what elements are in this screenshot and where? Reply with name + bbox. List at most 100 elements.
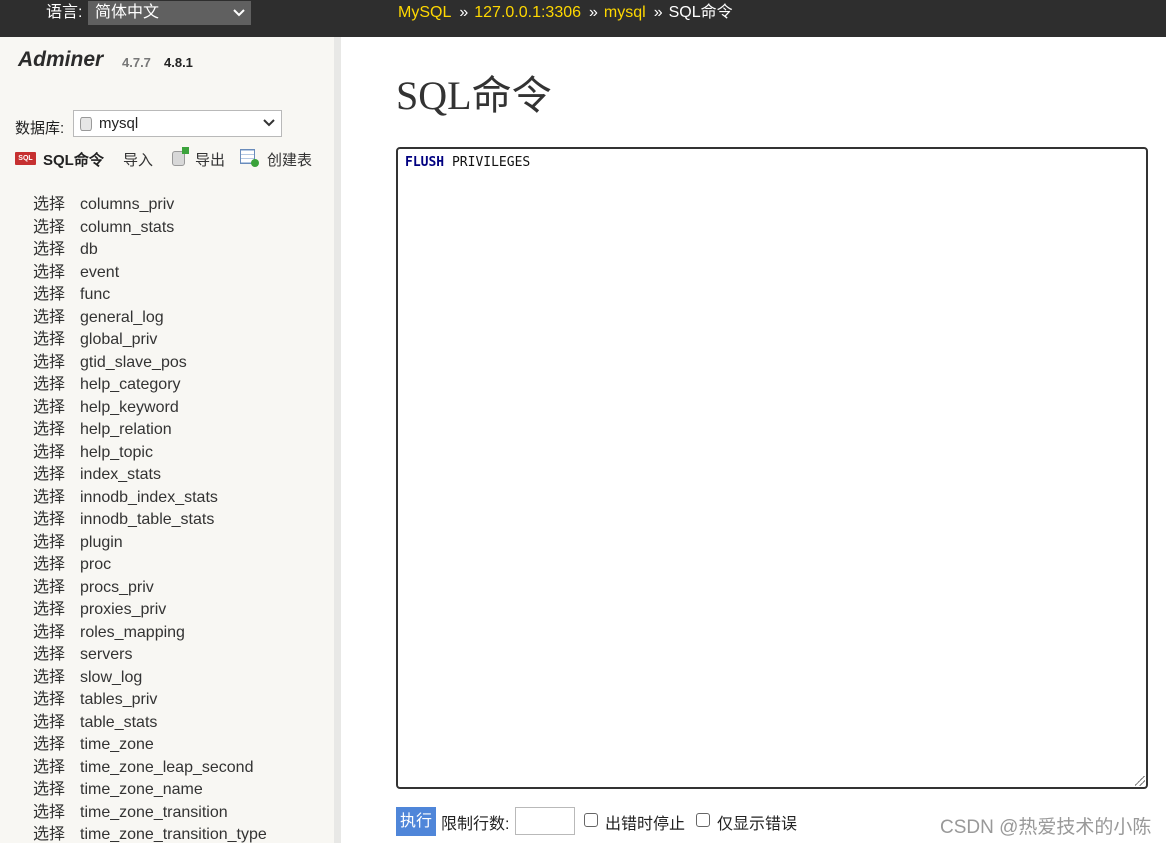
table-name-link[interactable]: help_relation — [80, 419, 172, 441]
breadcrumb-database[interactable]: mysql — [604, 4, 646, 21]
chevron-down-icon — [233, 3, 245, 31]
select-link[interactable]: 选择 — [33, 644, 65, 666]
table-name-link[interactable]: column_stats — [80, 217, 174, 239]
sql-rest: PRIVILEGES — [444, 155, 531, 170]
select-link[interactable]: 选择 — [33, 554, 65, 576]
table-name-link[interactable]: gtid_slave_pos — [80, 352, 187, 374]
sql-icon: SQL — [15, 152, 36, 165]
table-name-link[interactable]: innodb_index_stats — [80, 487, 218, 509]
select-link[interactable]: 选择 — [33, 779, 65, 801]
resize-handle-icon[interactable] — [1135, 776, 1145, 786]
table-name-link[interactable]: event — [80, 262, 119, 284]
select-link[interactable]: 选择 — [33, 352, 65, 374]
limit-input[interactable] — [515, 807, 575, 835]
table-name-link[interactable]: tables_priv — [80, 689, 157, 711]
select-link[interactable]: 选择 — [33, 307, 65, 329]
table-name-link[interactable]: proc — [80, 554, 111, 576]
breadcrumb-separator: » — [589, 4, 598, 21]
select-link[interactable]: 选择 — [33, 239, 65, 261]
table-name-link[interactable]: time_zone_name — [80, 779, 203, 801]
select-link[interactable]: 选择 — [33, 262, 65, 284]
import-link[interactable]: 导入 — [123, 149, 153, 170]
create-table-link[interactable]: 创建表 — [267, 149, 312, 170]
version-new-link[interactable]: 4.8.1 — [164, 55, 193, 70]
table-name-link[interactable]: func — [80, 284, 110, 306]
select-link[interactable]: 选择 — [33, 577, 65, 599]
table-name-link[interactable]: general_log — [80, 307, 164, 329]
select-link[interactable]: 选择 — [33, 532, 65, 554]
select-link[interactable]: 选择 — [33, 667, 65, 689]
only-errors-label[interactable]: 仅显示错误 — [717, 810, 797, 834]
app-name-link[interactable]: Adminer — [18, 48, 103, 72]
chevron-down-icon — [263, 113, 275, 137]
breadcrumb: MySQL » 127.0.0.1:3306 » mysql » SQL命令 — [398, 3, 733, 23]
table-name-link[interactable]: innodb_table_stats — [80, 509, 214, 531]
language-select[interactable]: 简体中文 — [88, 1, 251, 25]
database-value: mysql — [99, 115, 139, 132]
only-errors-checkbox[interactable] — [696, 813, 710, 827]
export-icon — [172, 147, 189, 166]
database-select[interactable]: mysql — [73, 110, 282, 137]
sql-command-link[interactable]: SQL命令 — [43, 149, 104, 170]
sidebar: Adminer 4.7.7 4.8.1 数据库: mysql SQL SQL命令… — [0, 37, 334, 843]
select-link[interactable]: 选择 — [33, 622, 65, 644]
breadcrumb-server[interactable]: 127.0.0.1:3306 — [474, 4, 581, 21]
table-name-link[interactable]: table_stats — [80, 712, 157, 734]
breadcrumb-separator: » — [653, 4, 663, 21]
create-table-icon — [240, 149, 259, 167]
stop-on-error-label[interactable]: 出错时停止 — [605, 810, 685, 834]
breadcrumb-system[interactable]: MySQL — [398, 4, 451, 21]
table-name-link[interactable]: columns_priv — [80, 194, 174, 216]
table-name-link[interactable]: time_zone — [80, 734, 154, 756]
select-link[interactable]: 选择 — [33, 397, 65, 419]
table-name-link[interactable]: roles_mapping — [80, 622, 185, 644]
select-link[interactable]: 选择 — [33, 757, 65, 779]
stop-on-error-checkbox[interactable] — [584, 813, 598, 827]
select-link[interactable]: 选择 — [33, 419, 65, 441]
table-name-link[interactable]: help_keyword — [80, 397, 179, 419]
sql-editor[interactable]: FLUSH PRIVILEGES — [396, 147, 1148, 789]
language-label: 语言: — [46, 4, 83, 21]
table-name-link[interactable]: servers — [80, 644, 132, 666]
version-old: 4.7.7 — [122, 55, 151, 70]
page-title: SQL命令 — [396, 73, 552, 118]
select-link[interactable]: 选择 — [33, 689, 65, 711]
language-value: 简体中文 — [95, 4, 160, 21]
select-link[interactable]: 选择 — [33, 712, 65, 734]
watermark: CSDN @热爱技术的小陈 — [940, 817, 1152, 838]
sql-text: FLUSH PRIVILEGES — [405, 155, 530, 170]
select-link[interactable]: 选择 — [33, 802, 65, 824]
table-name-link[interactable]: procs_priv — [80, 577, 154, 599]
table-name-link[interactable]: help_topic — [80, 442, 153, 464]
table-name-link[interactable]: index_stats — [80, 464, 161, 486]
select-link[interactable]: 选择 — [33, 464, 65, 486]
export-link[interactable]: 导出 — [195, 149, 225, 170]
select-link[interactable]: 选择 — [33, 329, 65, 351]
select-link[interactable]: 选择 — [33, 509, 65, 531]
table-name-link[interactable]: help_category — [80, 374, 181, 396]
select-link[interactable]: 选择 — [33, 599, 65, 621]
select-link[interactable]: 选择 — [33, 284, 65, 306]
sidebar-divider — [334, 37, 341, 843]
top-bar: 语言: 简体中文 MySQL » 127.0.0.1:3306 » mysql » SQL命… — [0, 0, 1166, 37]
table-name-link[interactable]: db — [80, 239, 98, 261]
table-name-link[interactable]: time_zone_transition — [80, 802, 228, 824]
table-name-link[interactable]: slow_log — [80, 667, 142, 689]
table-name-link[interactable]: proxies_priv — [80, 599, 166, 621]
select-link[interactable]: 选择 — [33, 442, 65, 464]
database-label: 数据库: — [15, 120, 65, 137]
table-name-link[interactable]: global_priv — [80, 329, 157, 351]
breadcrumb-current: SQL命令 — [668, 4, 733, 21]
limit-label: 限制行数: — [441, 816, 510, 833]
select-link[interactable]: 选择 — [33, 374, 65, 396]
table-name-link[interactable]: time_zone_leap_second — [80, 757, 253, 779]
sql-keyword: FLUSH — [405, 155, 445, 170]
breadcrumb-separator: » — [459, 4, 469, 21]
table-name-link[interactable]: plugin — [80, 532, 123, 554]
select-link[interactable]: 选择 — [33, 217, 65, 239]
select-link[interactable]: 选择 — [33, 487, 65, 509]
select-link[interactable]: 选择 — [33, 194, 65, 216]
select-link[interactable]: 选择 — [33, 734, 65, 756]
execute-button[interactable]: 执行 — [396, 807, 436, 836]
database-icon — [80, 117, 92, 131]
